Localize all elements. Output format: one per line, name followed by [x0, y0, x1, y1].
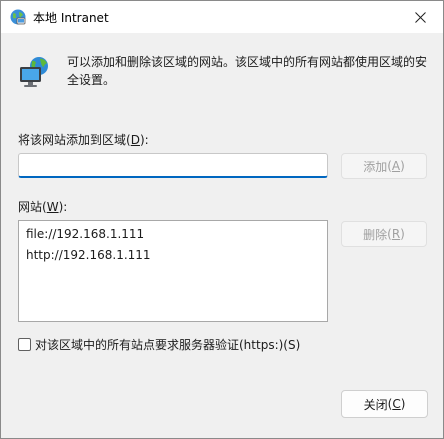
https-requirement-row[interactable]: 对该区域中的所有站点要求服务器验证(https:)(S) [18, 336, 300, 353]
title-bar: 本地 Intranet [1, 1, 443, 33]
network-computer-globe-icon [20, 57, 48, 87]
list-item[interactable]: http://192.168.1.111 [26, 245, 320, 266]
dialog-description: 可以添加和删除该区域的网站。该区域中的所有网站都使用区域的安全设置。 [67, 55, 428, 87]
close-button[interactable]: 关闭(C) [341, 390, 428, 418]
dialog-body: 可以添加和删除该区域的网站。该区域中的所有网站都使用区域的安全设置。 将该网站添… [1, 33, 443, 438]
sites-listbox[interactable]: file://192.168.1.111 http://192.168.1.11… [18, 220, 328, 322]
add-site-input[interactable] [18, 153, 328, 178]
https-checkbox-label: 对该区域中的所有站点要求服务器验证(https:)(S) [35, 338, 301, 352]
add-site-label: 将该网站添加到区域(D): [18, 133, 149, 147]
sites-label: 网站(W): [18, 200, 68, 214]
https-checkbox[interactable] [18, 338, 31, 351]
intranet-globe-icon [10, 9, 26, 25]
list-item[interactable]: file://192.168.1.111 [26, 224, 320, 245]
remove-button[interactable]: 删除(R) [341, 221, 427, 247]
window-close-button[interactable] [397, 1, 443, 33]
window-title: 本地 Intranet [33, 11, 109, 25]
add-button[interactable]: 添加(A) [341, 153, 427, 179]
intranet-sites-dialog: 本地 Intranet 可以添加和删除该区域的网站。该区域中的所有网站都使用区域… [0, 0, 444, 439]
close-icon [414, 11, 426, 23]
